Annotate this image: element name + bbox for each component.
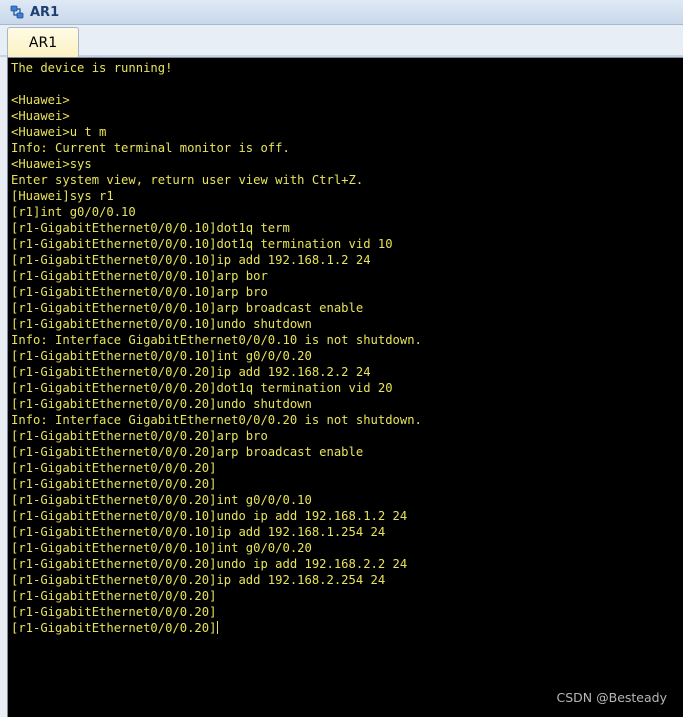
terminal-line: [r1-GigabitEthernet0/0/0.10]dot1q term (11, 221, 290, 235)
terminal-line: [r1-GigabitEthernet0/0/0.20]int g0/0/0.1… (11, 493, 312, 507)
terminal-line: [r1-GigabitEthernet0/0/0.10]int g0/0/0.2… (11, 541, 312, 555)
terminal-line: [r1]int g0/0/0.10 (11, 205, 136, 219)
terminal-line: [Huawei]sys r1 (11, 189, 114, 203)
terminal-line: [r1-GigabitEthernet0/0/0.20] (11, 605, 217, 619)
terminal-line: <Huawei> (11, 109, 70, 123)
terminal-line: [r1-GigabitEthernet0/0/0.20]undo ip add … (11, 557, 408, 571)
terminal-line: Info: Current terminal monitor is off. (11, 141, 290, 155)
terminal-output[interactable]: The device is running! <Huawei> <Huawei> <H… (11, 60, 683, 717)
terminal-line: [r1-GigabitEthernet0/0/0.10]ip add 192.1… (11, 525, 386, 539)
router-device-icon (9, 4, 25, 20)
terminal-line: [r1-GigabitEthernet0/0/0.10]arp bro (11, 285, 268, 299)
terminal-line: The device is running! (11, 61, 173, 75)
terminal-line: [r1-GigabitEthernet0/0/0.10]dot1q termin… (11, 237, 393, 251)
terminal-panel[interactable]: The device is running! <Huawei> <Huawei> <H… (7, 57, 683, 717)
terminal-line: [r1-GigabitEthernet0/0/0.20]dot1q termin… (11, 381, 393, 395)
terminal-line: [r1-GigabitEthernet0/0/0.20] (11, 589, 217, 603)
terminal-line: [r1-GigabitEthernet0/0/0.20]undo shutdow… (11, 397, 312, 411)
terminal-line: Info: Interface GigabitEthernet0/0/0.20 … (11, 413, 422, 427)
terminal-line: [r1-GigabitEthernet0/0/0.20] (11, 621, 219, 635)
terminal-line: <Huawei> (11, 93, 70, 107)
console-window: AR1 AR1 The device is running! <Huawei> <H… (0, 0, 683, 717)
terminal-line: [r1-GigabitEthernet0/0/0.10]arp broadcas… (11, 301, 364, 315)
watermark: CSDN @Besteady (556, 690, 667, 705)
tab-bar: AR1 (0, 25, 683, 57)
terminal-line: [r1-GigabitEthernet0/0/0.10]undo shutdow… (11, 317, 312, 331)
window-title: AR1 (30, 4, 60, 20)
terminal-line: [r1-GigabitEthernet0/0/0.20]ip add 192.1… (11, 365, 371, 379)
terminal-line: [r1-GigabitEthernet0/0/0.10]ip add 192.1… (11, 253, 371, 267)
terminal-line: Info: Interface GigabitEthernet0/0/0.10 … (11, 333, 422, 347)
terminal-line: [r1-GigabitEthernet0/0/0.20] (11, 461, 217, 475)
terminal-line: [r1-GigabitEthernet0/0/0.10]undo ip add … (11, 509, 408, 523)
terminal-line: [r1-GigabitEthernet0/0/0.20] (11, 477, 217, 491)
terminal-line: [r1-GigabitEthernet0/0/0.10]int g0/0/0.2… (11, 349, 312, 363)
terminal-line: <Huawei>sys (11, 157, 92, 171)
terminal-line: Enter system view, return user view with… (11, 173, 364, 187)
title-bar: AR1 (0, 0, 683, 25)
text-cursor (217, 621, 219, 634)
terminal-line: <Huawei>u t m (11, 125, 107, 139)
tab-ar1[interactable]: AR1 (7, 27, 79, 57)
terminal-line: [r1-GigabitEthernet0/0/0.10]arp bor (11, 269, 268, 283)
terminal-line: [r1-GigabitEthernet0/0/0.20]arp bro (11, 429, 268, 443)
terminal-line: [r1-GigabitEthernet0/0/0.20]arp broadcas… (11, 445, 364, 459)
terminal-line: [r1-GigabitEthernet0/0/0.20]ip add 192.1… (11, 573, 386, 587)
